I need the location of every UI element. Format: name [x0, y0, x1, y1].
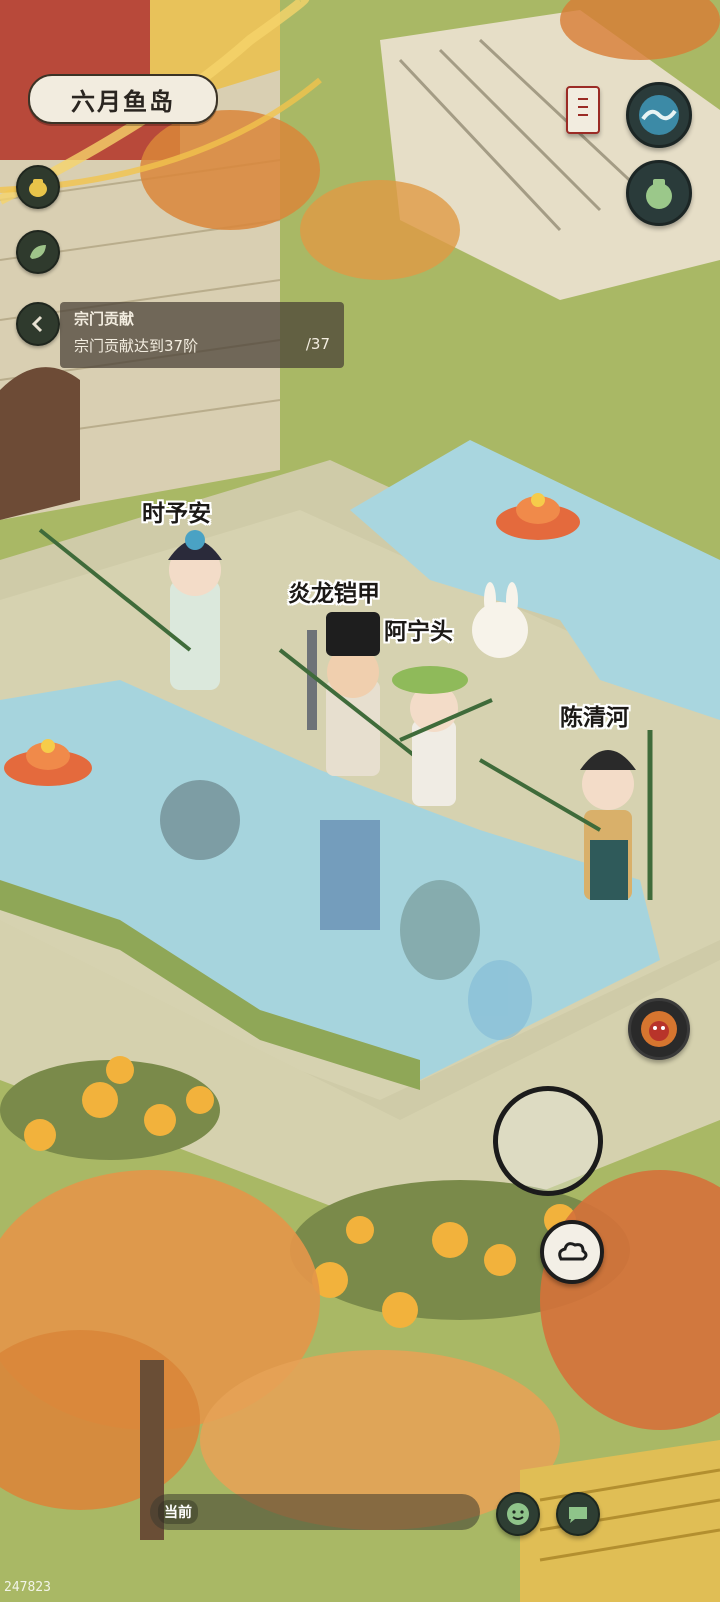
wave-icon — [639, 95, 679, 135]
character-name-3: 阿宁头 — [384, 618, 453, 645]
chat-button[interactable] — [556, 1492, 600, 1536]
bag-icon — [646, 179, 672, 209]
collapse-quest-button[interactable] — [16, 302, 60, 346]
quest-progress: /37 — [306, 335, 330, 356]
chat-bar[interactable]: 当前 — [150, 1494, 480, 1530]
chat-icon — [569, 1507, 587, 1523]
quest-tracker[interactable]: 宗门贡献 宗门贡献达到37阶 /37 — [60, 302, 344, 368]
lion-icon — [641, 1011, 677, 1047]
gold-pot-icon — [29, 179, 47, 197]
leaf-icon — [30, 245, 46, 259]
bag-button[interactable] — [626, 160, 692, 226]
cloud-icon — [558, 1242, 588, 1261]
quest-progress-total: /37 — [305, 335, 330, 353]
chat-channel-label[interactable]: 当前 — [158, 1500, 198, 1524]
quest-description: 宗门贡献达到37阶 — [74, 337, 199, 355]
location-name: 六月鱼岛 — [71, 86, 175, 116]
footer-code: 247823 — [4, 1580, 51, 1595]
emoji-button[interactable] — [496, 1492, 540, 1536]
leaf-button[interactable] — [16, 230, 60, 274]
character-name-4: 陈清河 — [560, 704, 629, 731]
emoji-icon — [507, 1503, 529, 1525]
game-scene[interactable] — [0, 0, 720, 1602]
character-name-2: 炎龙铠甲 — [288, 580, 380, 607]
character-name-1: 时予安 — [142, 500, 211, 527]
lion-skill-button[interactable] — [628, 998, 690, 1060]
joystick[interactable] — [493, 1086, 603, 1196]
chevron-left-icon — [31, 315, 43, 333]
cloud-action-button[interactable] — [540, 1220, 604, 1284]
gold-pot-button[interactable] — [16, 165, 60, 209]
scroll-button[interactable] — [566, 86, 600, 134]
scroll-icon — [578, 98, 588, 116]
quest-title: 宗门贡献 — [74, 310, 135, 328]
location-label: 六月鱼岛 — [28, 74, 218, 124]
wave-button[interactable] — [626, 82, 692, 148]
